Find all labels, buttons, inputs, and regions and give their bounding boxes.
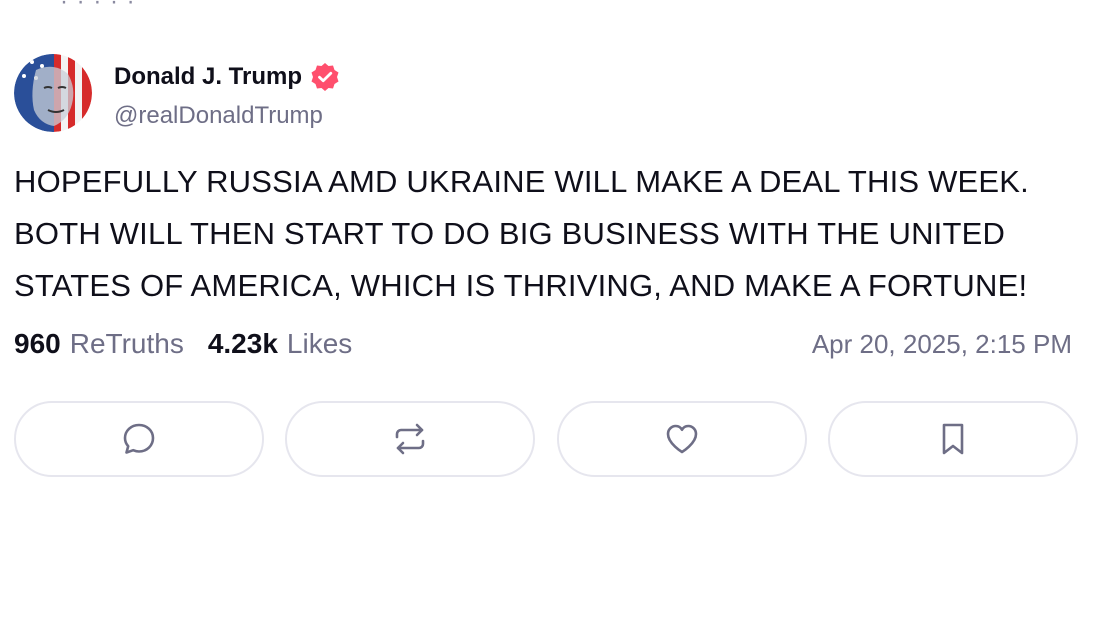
like-button[interactable] [556,401,807,477]
heart-icon [666,424,697,454]
post-header: Donald J. Trump @realDonaldTrump [14,54,1078,132]
author-display-name[interactable]: Donald J. Trump [114,63,302,91]
retruths-label[interactable]: ReTruths [70,328,184,360]
truth-post: Donald J. Trump @realDonaldTrump HOPEFUL… [14,54,1078,477]
post-timestamp: Apr 20, 2025, 2:15 PM [811,328,1072,359]
likes-label[interactable]: Likes [287,328,352,360]
name-row: Donald J. Trump [114,62,340,92]
comment-bubble-icon [123,423,155,454]
retruths-count[interactable]: 960 [14,328,61,360]
author-handle[interactable]: @realDonaldTrump [114,102,340,130]
verified-badge-icon [310,62,340,92]
previous-post-fragment: · · · · · [60,0,136,15]
post-stats: 960 ReTruths 4.23k Likes Apr 20, 2025, 2… [14,324,1078,364]
retruth-button[interactable] [285,401,536,477]
bookmark-icon [942,423,964,455]
repost-arrows-icon [396,423,425,455]
author-block: Donald J. Trump @realDonaldTrump [114,62,340,130]
post-actions [14,401,1078,477]
likes-count[interactable]: 4.23k [208,328,278,360]
reply-button[interactable] [14,401,264,477]
avatar[interactable] [14,54,92,132]
bookmark-button[interactable] [827,401,1078,477]
post-body-text: HOPEFULLY RUSSIA AMD UKRAINE WILL MAKE A… [14,164,1029,303]
